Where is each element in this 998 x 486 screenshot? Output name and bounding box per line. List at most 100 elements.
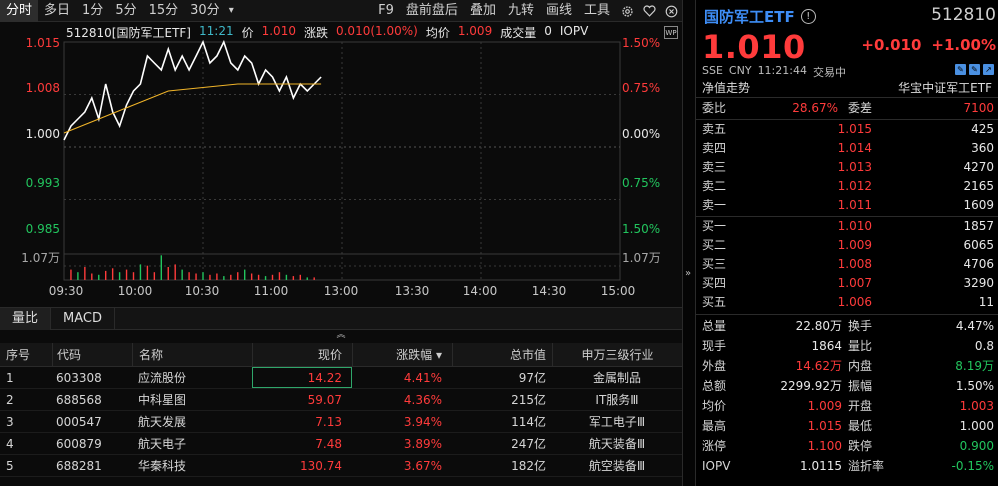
edit-icon[interactable]: ✎ <box>955 64 966 75</box>
volume-bar <box>167 267 169 280</box>
col-header-change-pct[interactable]: 涨跌幅 ▾ <box>352 343 452 366</box>
bid-row[interactable]: 买三 1.008 4706 <box>696 255 998 274</box>
x-label: 10:00 <box>117 284 153 298</box>
volume-bar <box>111 268 114 280</box>
col-header-market-cap[interactable]: 总市值 <box>452 343 552 366</box>
table-row[interactable]: 2 688568 中科星图 59.07 4.36% 215亿 IT服务Ⅲ <box>0 389 682 411</box>
tracking-index-label[interactable]: 华宝中证军工ETF <box>898 78 992 97</box>
constituent-table: 序号 代码 名称 现价 涨跌幅 ▾ 总市值 申万三级行业 1 603308 应流股份… <box>0 343 682 477</box>
col-header-industry[interactable]: 申万三级行业 <box>552 343 682 366</box>
stat-label: IOPV <box>702 459 731 473</box>
stat-value: 8.19万 <box>955 359 994 373</box>
stat-label: 内盘 <box>848 359 873 373</box>
gear-icon[interactable] <box>616 0 638 22</box>
period-tab-30min[interactable]: 30分 <box>184 0 226 22</box>
table-row[interactable]: 1 603308 应流股份 14.22 4.41% 97亿 金属制品 <box>0 367 682 389</box>
stat-row: 总额 2299.92万 振幅 1.50% <box>696 377 998 396</box>
y-label-left: 0.985 <box>25 222 60 236</box>
bid-row[interactable]: 买四 1.007 3290 <box>696 274 998 293</box>
table-row[interactable]: 5 688281 华秦科技 130.74 3.67% 182亿 航空装备Ⅲ <box>0 455 682 477</box>
panel-splitter[interactable]: » <box>682 0 696 486</box>
period-tab-5min[interactable]: 5分 <box>109 0 142 22</box>
overlay-button[interactable]: 叠加 <box>464 0 502 22</box>
tools-button[interactable]: 工具 <box>578 0 616 22</box>
stat-value: 1.000 <box>959 419 994 433</box>
stat-row: 均价 1.009 开盘 1.003 <box>696 397 998 416</box>
period-tab-multiday[interactable]: 多日 <box>38 0 76 22</box>
bid-volume: 3290 <box>963 276 994 290</box>
bid-row[interactable]: 买二 1.009 6065 <box>696 236 998 255</box>
y-label-right: 1.50% <box>622 222 661 236</box>
f9-button[interactable]: F9 <box>372 0 400 22</box>
ask-level-label: 卖二 <box>702 179 727 193</box>
security-name-text[interactable]: 国防军工ETF <box>704 6 795 27</box>
row-index: 3 <box>6 415 14 429</box>
col-header-name[interactable]: 名称 <box>132 343 252 366</box>
order-ratio-value: 28.67% <box>792 101 838 115</box>
volume-bar <box>285 274 288 280</box>
chart-toolbar: 分时 多日 1分 5分 15分 30分 ▾ F9 盘前盘后 叠加 九转 画线 工… <box>0 0 682 22</box>
nav-trend-row[interactable]: 净值走势 华宝中证军工ETF <box>696 78 998 98</box>
collapse-chevron-icon[interactable]: ︽ <box>335 330 347 341</box>
volume-bar <box>257 274 260 280</box>
security-name[interactable]: 国防军工ETF ! <box>704 6 816 27</box>
y-label-left-volume: 1.07万 <box>21 251 60 265</box>
expand-arrow-icon[interactable]: » <box>685 268 691 279</box>
info-icon[interactable]: ! <box>800 9 816 24</box>
heart-icon[interactable] <box>638 0 660 22</box>
row-market-cap: 182亿 <box>511 459 546 473</box>
tab-macd[interactable]: MACD <box>51 308 115 330</box>
tab-volume-ratio[interactable]: 量比 <box>0 308 52 330</box>
volume-bar <box>70 269 72 280</box>
volume-bar <box>195 273 197 280</box>
legend-time: 11:21 <box>199 24 234 38</box>
col-header-code[interactable]: 代码 <box>52 343 132 366</box>
close-circle-icon[interactable] <box>660 0 682 22</box>
draw-line-button[interactable]: 画线 <box>540 0 578 22</box>
ask-row[interactable]: 卖二 1.012 2165 <box>696 177 998 196</box>
volume-bar <box>98 274 100 280</box>
legend-code-name: 512810[国防军工ETF] <box>66 26 191 40</box>
col-header-price[interactable]: 现价 <box>252 343 352 366</box>
table-row[interactable]: 4 600879 航天电子 7.48 3.89% 247亿 航天装备Ⅲ <box>0 433 682 455</box>
period-tab-1min[interactable]: 1分 <box>76 0 109 22</box>
row-change-pct: 3.94% <box>403 415 442 429</box>
chart-legend: 512810[国防军工ETF] 11:21 价 1.010 涨跌 0.010(1… <box>66 24 588 40</box>
period-tab-15min[interactable]: 15分 <box>143 0 185 22</box>
ask-row[interactable]: 卖五 1.015 425 <box>696 120 998 139</box>
stat-value: 1864 <box>811 339 842 353</box>
bid-row[interactable]: 买一 1.010 1857 <box>696 217 998 236</box>
volume-bar <box>125 269 128 280</box>
table-row[interactable]: 3 000547 航天发展 7.13 3.94% 114亿 军工电子Ⅲ <box>0 411 682 433</box>
average-price-line <box>63 83 322 134</box>
nine-turn-button[interactable]: 九转 <box>502 0 540 22</box>
y-label-right: 0.75% <box>622 81 661 95</box>
stat-value: 1.015 <box>807 419 842 433</box>
pre-post-market-button[interactable]: 盘前盘后 <box>400 0 464 22</box>
volume-bar <box>237 272 239 280</box>
row-name: 应流股份 <box>138 371 187 385</box>
volume-bar <box>188 272 190 280</box>
row-market-cap: 114亿 <box>511 415 546 429</box>
stat-label: 最低 <box>848 419 873 433</box>
row-change-pct: 4.36% <box>403 393 442 407</box>
volume-bar <box>250 273 253 280</box>
price-line <box>63 39 322 141</box>
col-header-index[interactable]: 序号 <box>0 343 52 366</box>
row-market-cap: 215亿 <box>511 393 546 407</box>
ask-row[interactable]: 卖一 1.011 1609 <box>696 196 998 215</box>
volume-bar <box>77 272 79 280</box>
ask-row[interactable]: 卖四 1.014 360 <box>696 139 998 158</box>
intraday-chart[interactable]: 512810[国防军工ETF] 11:21 价 1.010 涨跌 0.010(1… <box>0 22 682 302</box>
bid-volume: 6065 <box>963 238 994 252</box>
share-icon[interactable]: ↗ <box>983 64 994 75</box>
period-tab-intraday[interactable]: 分时 <box>0 0 39 22</box>
bid-row[interactable]: 买五 1.006 11 <box>696 293 998 312</box>
pin-icon[interactable]: ✎ <box>969 64 980 75</box>
legend-iopv[interactable]: IOPV <box>560 24 588 40</box>
volume-bar <box>202 272 204 280</box>
ask-row[interactable]: 卖三 1.013 4270 <box>696 158 998 177</box>
period-more-dropdown[interactable]: ▾ <box>226 0 237 22</box>
nav-trend-label[interactable]: 净值走势 <box>702 78 750 97</box>
volume-bar <box>278 272 281 280</box>
